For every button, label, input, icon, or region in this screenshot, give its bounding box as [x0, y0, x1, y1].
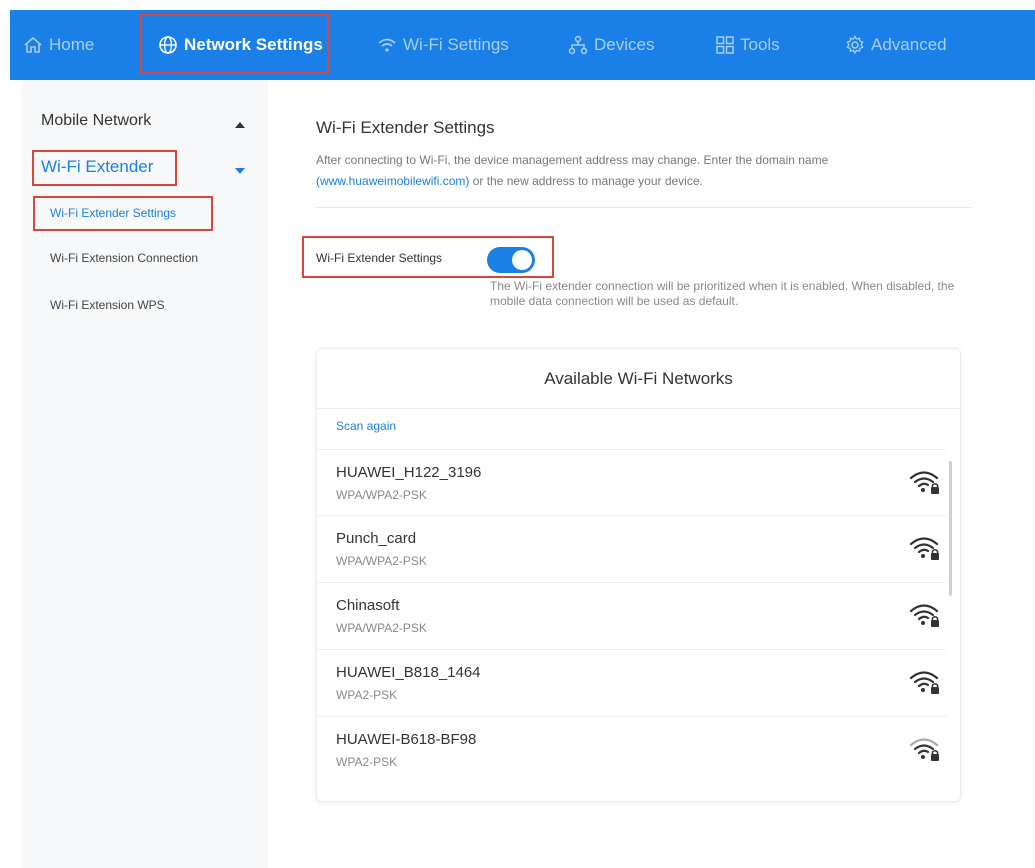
- nav-wifi-settings[interactable]: Wi-Fi Settings: [377, 10, 509, 80]
- network-security: WPA/WPA2-PSK: [336, 488, 427, 502]
- chevron-down-icon[interactable]: [235, 168, 245, 174]
- sidebar-item-mobile-network[interactable]: Mobile Network: [41, 112, 151, 130]
- sidebar-item-wifi-extension-connection[interactable]: Wi-Fi Extension Connection: [50, 251, 198, 265]
- chevron-up-icon[interactable]: [235, 122, 245, 128]
- wifi-icon: [377, 37, 397, 53]
- description-text-end: or the new address to manage your device…: [469, 174, 703, 188]
- scan-again-link[interactable]: Scan again: [336, 419, 396, 433]
- divider: [316, 207, 971, 208]
- networks-card-title: Available Wi-Fi Networks: [317, 349, 960, 409]
- network-name: HUAWEI_B818_1464: [336, 664, 481, 681]
- network-row[interactable]: HUAWEI_H122_3196 WPA/WPA2-PSK: [317, 449, 947, 515]
- domain-link[interactable]: (www.huaweimobilewifi.com): [316, 174, 469, 188]
- sidebar-item-wifi-extension-wps[interactable]: Wi-Fi Extension WPS: [50, 298, 165, 312]
- network-row[interactable]: Punch_card WPA/WPA2-PSK: [317, 515, 947, 581]
- network-security: WPA2-PSK: [336, 755, 398, 769]
- nav-devices[interactable]: Devices: [568, 10, 654, 80]
- network-security: WPA2-PSK: [336, 688, 398, 702]
- gear-icon: [845, 35, 865, 55]
- toggle-note: The Wi-Fi extender connection will be pr…: [490, 279, 955, 308]
- wifi-locked-icon: [909, 537, 939, 560]
- nav-tools-label: Tools: [740, 35, 780, 54]
- home-icon: [23, 36, 43, 54]
- highlight-box-toggle: [302, 236, 554, 278]
- highlight-box-wifi-extender: [32, 150, 177, 186]
- wifi-locked-icon: [909, 604, 939, 627]
- network-security: WPA/WPA2-PSK: [336, 554, 427, 568]
- network-row[interactable]: Chinasoft WPA/WPA2-PSK: [317, 582, 947, 648]
- network-security: WPA/WPA2-PSK: [336, 621, 427, 635]
- wifi-locked-icon: [909, 471, 939, 494]
- nav-wifi-settings-label: Wi-Fi Settings: [403, 35, 509, 54]
- tools-grid-icon: [716, 36, 734, 54]
- highlight-box-wifi-extender-settings: [33, 196, 213, 231]
- nav-advanced[interactable]: Advanced: [845, 10, 947, 80]
- nav-home-label: Home: [49, 35, 95, 54]
- nav-home[interactable]: Home: [23, 10, 94, 80]
- network-name: Punch_card: [336, 530, 417, 547]
- network-row[interactable]: HUAWEI_B818_1464 WPA2-PSK: [317, 649, 947, 715]
- nav-devices-label: Devices: [594, 35, 655, 54]
- nav-tools[interactable]: Tools: [716, 10, 780, 80]
- wifi-locked-icon: [909, 738, 939, 761]
- page-description: After connecting to Wi-Fi, the device ma…: [316, 150, 936, 192]
- network-name: HUAWEI-B618-BF98: [336, 731, 477, 748]
- networks-card: Available Wi-Fi Networks Scan again HUAW…: [316, 348, 961, 802]
- network-name: Chinasoft: [336, 597, 400, 614]
- networks-scrollbar[interactable]: [949, 461, 952, 596]
- page-title: Wi-Fi Extender Settings: [316, 118, 495, 137]
- description-text: After connecting to Wi-Fi, the device ma…: [316, 153, 829, 167]
- devices-icon: [568, 35, 588, 55]
- network-row[interactable]: HUAWEI-B618-BF98 WPA2-PSK: [317, 716, 947, 782]
- wifi-locked-icon: [909, 671, 939, 694]
- nav-advanced-label: Advanced: [871, 35, 947, 54]
- highlight-box-network-settings: [140, 14, 329, 74]
- network-name: HUAWEI_H122_3196: [336, 464, 482, 481]
